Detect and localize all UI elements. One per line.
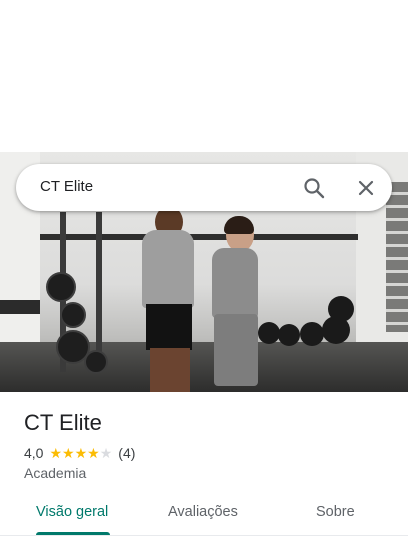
star-filled-icon: ★ bbox=[49, 445, 63, 461]
photo-medicine-ball bbox=[258, 322, 280, 344]
photo-stripe bbox=[40, 234, 358, 240]
place-title: CT Elite bbox=[24, 410, 102, 435]
close-icon bbox=[358, 180, 374, 196]
photo-person bbox=[146, 304, 192, 350]
tab-reviews[interactable]: Avaliações bbox=[168, 504, 238, 520]
search-button[interactable] bbox=[298, 172, 330, 204]
tab-overview[interactable]: Visão geral bbox=[36, 504, 108, 520]
photo-medicine-ball bbox=[278, 324, 300, 346]
star-filled-icon: ★ bbox=[62, 445, 75, 461]
photo-person bbox=[224, 216, 254, 234]
star-empty-icon: ★ bbox=[99, 445, 113, 461]
photo-person bbox=[142, 230, 194, 308]
photo-rack bbox=[96, 212, 102, 372]
search-input[interactable] bbox=[40, 178, 290, 195]
photo-medicine-ball bbox=[300, 322, 324, 346]
rating-value: 4,0 bbox=[24, 445, 44, 461]
photo-weight-plate bbox=[46, 272, 76, 302]
photo-shelf bbox=[386, 182, 408, 332]
review-count[interactable]: (4) bbox=[118, 445, 135, 461]
search-icon bbox=[304, 178, 325, 199]
photo-weight-plate bbox=[60, 302, 86, 328]
photo-weight-plate bbox=[84, 350, 108, 374]
photo-person bbox=[212, 248, 258, 318]
top-blank-area bbox=[0, 0, 408, 152]
rating-row[interactable]: 4,0 ★ ★ ★ ★ ★ (4) bbox=[24, 444, 135, 462]
star-filled-icon: ★ bbox=[87, 445, 100, 461]
place-category[interactable]: Academia bbox=[24, 465, 86, 481]
photo-person bbox=[214, 314, 258, 386]
place-tabs: Visão geral Avaliações Sobre bbox=[0, 494, 408, 544]
photo-person bbox=[150, 348, 190, 392]
search-box[interactable] bbox=[16, 164, 392, 211]
tabs-divider bbox=[0, 535, 408, 536]
photo-wall-stripe bbox=[0, 300, 40, 314]
rating-stars: ★ ★ ★ ★ ★ bbox=[49, 446, 112, 460]
close-button[interactable] bbox=[350, 172, 382, 204]
tab-about[interactable]: Sobre bbox=[316, 504, 355, 520]
star-filled-icon: ★ bbox=[74, 445, 88, 461]
photo-medicine-ball bbox=[322, 316, 350, 344]
